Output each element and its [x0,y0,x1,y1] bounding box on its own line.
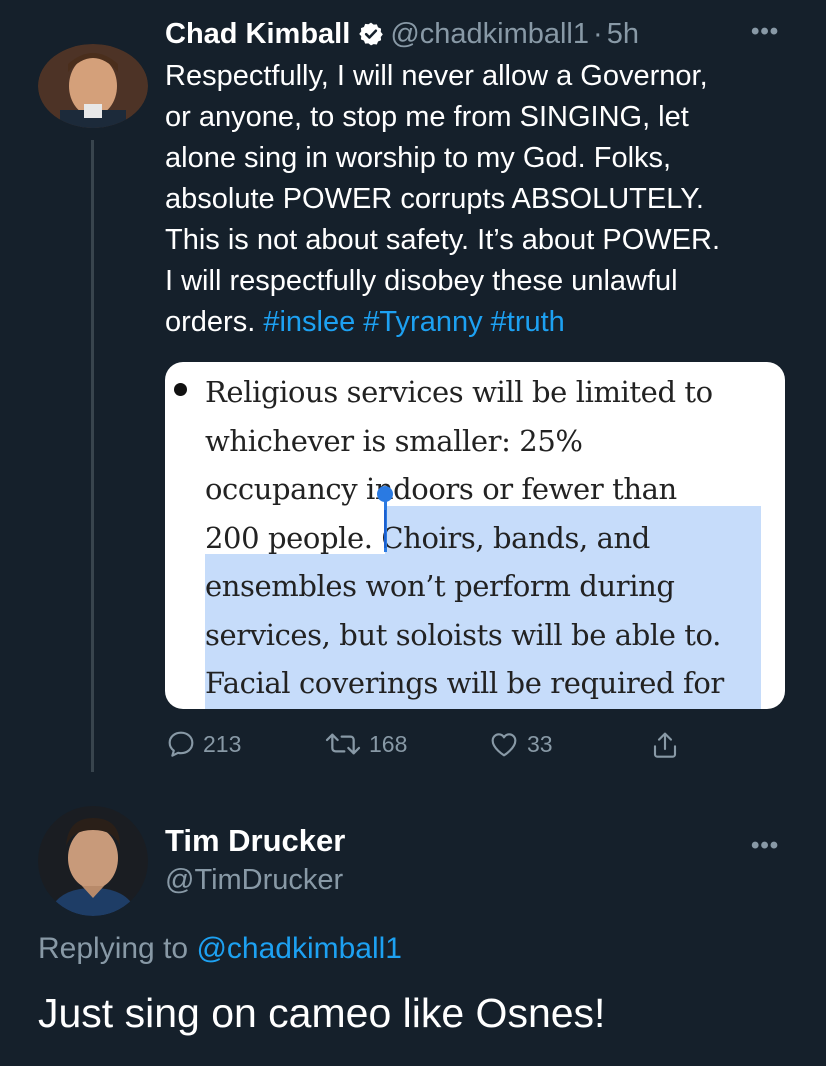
tweet-timestamp[interactable]: 5h [607,18,639,51]
author-handle[interactable]: @TimDrucker [165,864,343,897]
author-handle[interactable]: @chadkimball1 [390,18,589,51]
replying-to-link[interactable]: @chadkimball1 [196,932,402,965]
avatar-chad-kimball[interactable] [38,44,148,128]
screenshot-text-line: ensembles won’t perform during [205,569,675,603]
tweet-body: Respectfully, I will never allow a Gover… [165,56,805,343]
screenshot-text-line: Facial coverings will be required for [205,666,724,700]
share-icon [649,728,681,762]
verified-badge-icon [358,21,384,47]
retweet-count: 168 [369,730,408,757]
thread-connector-line [91,140,94,772]
screenshot-text: Religious services will be limited to wh… [205,368,785,708]
reply-icon [165,728,197,760]
hashtag-link[interactable]: #Tyranny [363,306,482,338]
screenshot-text-line: occupancy indoors or fewer than [205,472,677,506]
reply-tweet-text: Just sing on cameo like Osnes! [38,990,606,1036]
tweet-text-line: or anyone, to stop me from SINGING, let [165,101,689,133]
tweet-text-line: alone sing in worship to my God. Folks, [165,142,672,174]
tweet-text-line: orders. [165,306,264,338]
tweet-text-last-line: orders. #inslee #Tyranny #truth [165,302,805,343]
share-button[interactable] [649,728,681,762]
hashtag-link[interactable]: #inslee [263,306,355,338]
replying-to-context: Replying to @chadkimball1 [38,932,402,966]
author-name[interactable]: Chad Kimball [165,18,350,51]
replying-prefix: Replying to [38,932,197,965]
reply-count: 213 [203,730,242,757]
like-button[interactable]: 33 [487,728,553,760]
screenshot-text-line: whichever is smaller: 25% [205,423,583,458]
screenshot-text-line: services, but soloists will be able to. [205,617,721,652]
hashtag-link[interactable]: #truth [491,306,565,338]
author-name[interactable]: Tim Drucker [165,823,345,859]
screenshot-text-line: Religious services will be limited to [205,375,713,409]
avatar-tim-drucker[interactable] [38,806,148,916]
selection-handle-knob [377,486,393,502]
retweet-icon [323,728,363,760]
tweet-header: Chad Kimball @chadkimball1 · 5h [165,14,639,54]
more-horizontal-icon[interactable]: ••• [751,18,779,46]
bullet-point [174,383,187,396]
tweet-text-line: This is not about safety. It’s about POW… [165,224,721,256]
retweet-button[interactable]: 168 [323,728,407,760]
more-horizontal-icon[interactable]: ••• [751,832,779,860]
selection-cursor [384,510,386,548]
like-icon [487,728,521,760]
separator-dot: · [593,17,603,50]
tweet-text-line: Respectfully, I will never allow a Gover… [165,60,708,92]
attached-image[interactable]: Religious services will be limited to wh… [165,362,785,709]
screenshot-text-line: 200 people. Choirs, bands, and [205,520,650,555]
like-count: 33 [527,730,553,757]
reply-button[interactable]: 213 [165,728,241,760]
tweet-text-line: absolute POWER corrupts ABSOLUTELY. [165,183,704,215]
tweet-text-line: I will respectfully disobey these unlawf… [165,265,678,297]
